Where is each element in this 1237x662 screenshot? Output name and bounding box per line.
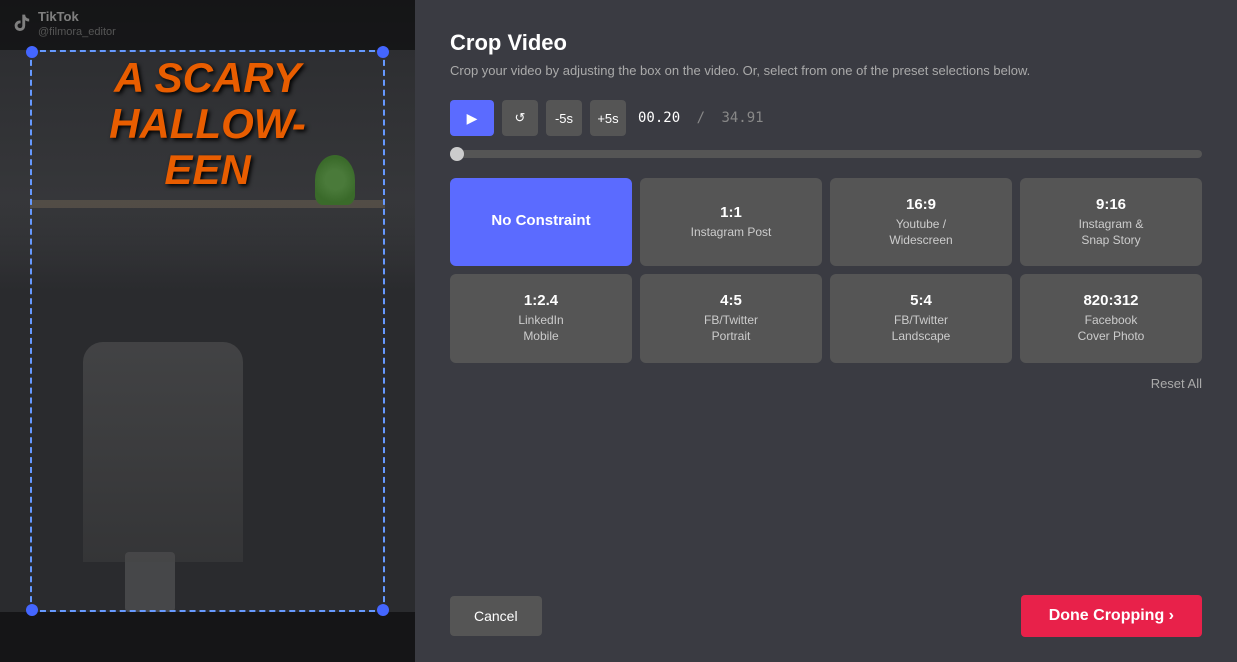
crop-option-no-constraint[interactable]: No Constraint [450, 178, 632, 266]
crop-option-1-2-4[interactable]: 1:2.4 LinkedInMobile [450, 274, 632, 362]
crop-name-label: FB/TwitterLandscape [840, 313, 1002, 344]
progress-handle[interactable] [450, 147, 464, 161]
playback-controls: ▶ ↺ -5s +5s 00.20 / 34.91 [450, 100, 1202, 136]
crop-mask-top [0, 0, 415, 50]
current-time: 00.20 [638, 110, 680, 126]
crop-handle-top-left[interactable] [26, 46, 38, 58]
panel-subtitle: Crop your video by adjusting the box on … [450, 62, 1202, 80]
crop-ratio-label: 5:4 [840, 292, 1002, 309]
crop-ratio-label: 820:312 [1030, 292, 1192, 309]
crop-option-820-312[interactable]: 820:312 FacebookCover Photo [1020, 274, 1202, 362]
crop-option-16-9[interactable]: 16:9 Youtube /Widescreen [830, 178, 1012, 266]
crop-ratio-label: 9:16 [1030, 196, 1192, 213]
video-panel: TikTok @filmora_editor A SCARY HALLOW- E… [0, 0, 415, 662]
done-cropping-button[interactable]: Done Cropping › [1021, 595, 1202, 637]
total-time: 34.91 [721, 110, 763, 126]
crop-option-4-5[interactable]: 4:5 FB/TwitterPortrait [640, 274, 822, 362]
crop-options-grid: No Constraint 1:1 Instagram Post 16:9 Yo… [450, 178, 1202, 362]
crop-name-label: LinkedInMobile [460, 313, 622, 344]
cancel-button[interactable]: Cancel [450, 596, 542, 636]
crop-handle-bottom-left[interactable] [26, 604, 38, 616]
crop-ratio-label: 16:9 [840, 196, 1002, 213]
crop-option-5-4[interactable]: 5:4 FB/TwitterLandscape [830, 274, 1012, 362]
crop-name-label: FacebookCover Photo [1030, 313, 1192, 344]
crop-handle-top-right[interactable] [377, 46, 389, 58]
crop-name-label: Youtube /Widescreen [840, 217, 1002, 248]
reset-row: Reset All [450, 375, 1202, 393]
right-panel: Crop Video Crop your video by adjusting … [415, 0, 1237, 662]
minus5-button[interactable]: -5s [546, 100, 582, 136]
crop-selection-box[interactable] [30, 50, 385, 612]
plus5-button[interactable]: +5s [590, 100, 626, 136]
crop-ratio-label: 4:5 [650, 292, 812, 309]
crop-ratio-label: No Constraint [460, 212, 622, 229]
panel-title: Crop Video [450, 30, 1202, 56]
crop-mask-bottom [0, 612, 415, 662]
crop-name-label: Instagram Post [650, 225, 812, 241]
play-icon: ▶ [467, 110, 478, 127]
crop-option-1-1[interactable]: 1:1 Instagram Post [640, 178, 822, 266]
video-preview-area: TikTok @filmora_editor A SCARY HALLOW- E… [0, 0, 415, 662]
replay-button[interactable]: ↺ [502, 100, 538, 136]
crop-ratio-label: 1:1 [650, 204, 812, 221]
time-separator: / [688, 110, 713, 126]
crop-name-label: FB/TwitterPortrait [650, 313, 812, 344]
crop-handle-bottom-right[interactable] [377, 604, 389, 616]
crop-name-label: Instagram &Snap Story [1030, 217, 1192, 248]
progress-bar-container[interactable] [450, 150, 1202, 158]
crop-ratio-label: 1:2.4 [460, 292, 622, 309]
bottom-buttons-row: Cancel Done Cropping › [450, 595, 1202, 637]
replay-icon: ↺ [515, 110, 526, 126]
crop-option-9-16[interactable]: 9:16 Instagram &Snap Story [1020, 178, 1202, 266]
play-button[interactable]: ▶ [450, 100, 494, 136]
reset-all-button[interactable]: Reset All [1151, 376, 1202, 391]
